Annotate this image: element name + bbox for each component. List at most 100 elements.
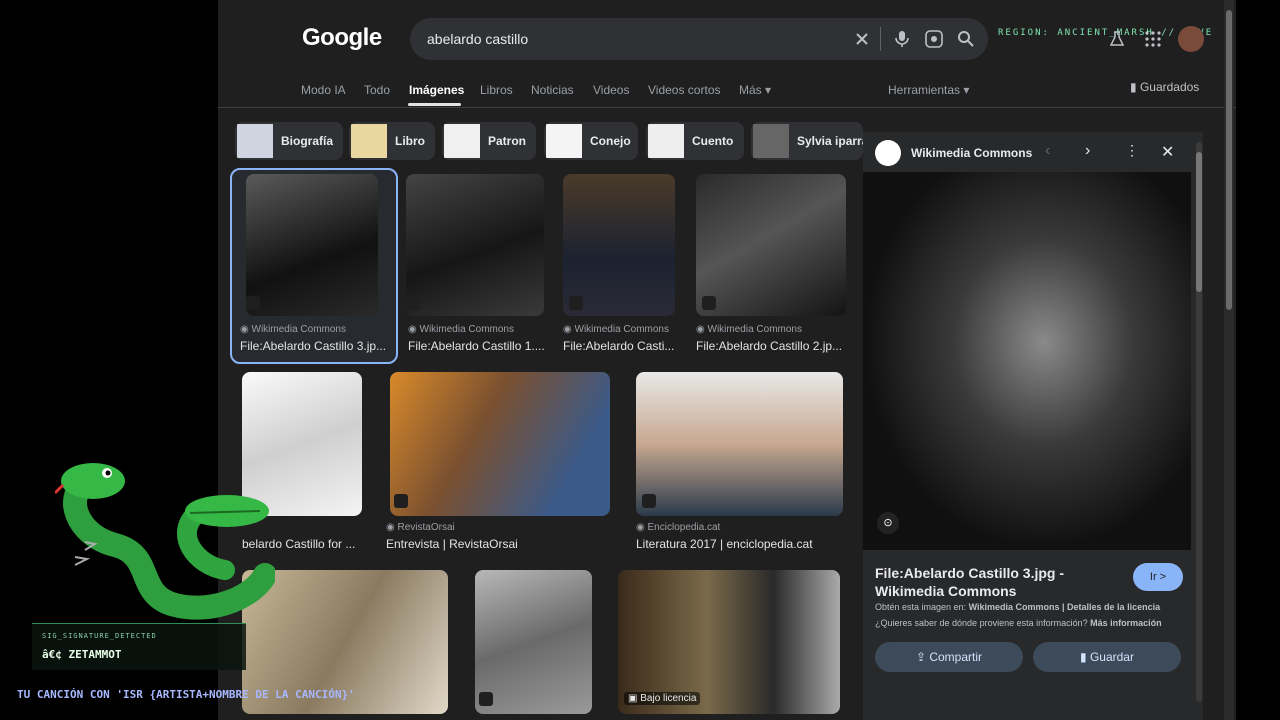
tools-button[interactable]: Herramientas ▾ <box>888 83 969 97</box>
source-favicon: ◉ <box>636 522 648 533</box>
image-type-icon <box>702 296 716 310</box>
overlay-username: â€¢ ZETAMMOT <box>42 648 122 661</box>
result-caption[interactable]: Entrevista | RevistaOrsai <box>386 537 606 551</box>
share-icon: ⇪ <box>915 650 930 664</box>
result-source[interactable]: ◉ Enciclopedia.cat <box>636 522 720 533</box>
chip-patron[interactable]: Patron <box>442 122 536 160</box>
prev-arrow-icon[interactable]: ‹ <box>1045 142 1050 160</box>
chevron-down-icon: ▾ <box>761 83 772 97</box>
wikimedia-icon: ◉ <box>240 324 252 335</box>
next-arrow-icon[interactable]: › <box>1085 142 1090 160</box>
search-icon[interactable] <box>956 29 976 49</box>
license-links[interactable]: Wikimedia Commons | Detalles de la licen… <box>969 602 1161 612</box>
license-badge[interactable]: ▣ Bajo licencia <box>624 692 701 705</box>
preview-image[interactable]: ⊙ <box>863 172 1191 550</box>
tab-videos-cortos[interactable]: Videos cortos <box>648 83 721 97</box>
result-caption[interactable]: File:Abelardo Castillo 2.jp... <box>696 339 846 353</box>
image-type-icon <box>406 296 420 310</box>
result-source[interactable]: ◉ RevistaOrsai <box>386 522 455 533</box>
result-thumbnail[interactable] <box>696 174 846 316</box>
result-thumbnail[interactable] <box>246 174 378 316</box>
tab-libros[interactable]: Libros <box>480 83 513 97</box>
clear-icon[interactable] <box>852 29 872 49</box>
browser-window: Google abelardo castillo REGION: ANCIENT… <box>218 0 1236 720</box>
page-scrollbar[interactable] <box>1224 0 1234 720</box>
panel-source[interactable]: Wikimedia Commons <box>911 146 1032 160</box>
chip-label: Biografía <box>281 134 334 148</box>
result-source[interactable]: ◉ Wikimedia Commons <box>696 324 802 335</box>
image-type-icon <box>479 692 493 706</box>
result-thumbnail[interactable] <box>636 372 843 516</box>
microphone-icon[interactable] <box>892 29 912 49</box>
chip-label: Cuento <box>692 134 734 148</box>
info-question: ¿Quieres saber de dónde proviene esta in… <box>875 618 1162 628</box>
chevron-down-icon: ▾ <box>960 83 970 97</box>
bookmark-icon: ▮ <box>1130 80 1140 94</box>
signature-label: SIG_SIGNATURE_DETECTED <box>42 632 157 640</box>
chip-thumbnail <box>237 124 273 158</box>
tab-imagenes[interactable]: Imágenes <box>409 83 464 97</box>
chip-label: Patron <box>488 134 527 148</box>
result-thumbnail[interactable] <box>563 174 675 316</box>
result-source-label: Wikimedia Commons <box>419 324 514 335</box>
tab-mas[interactable]: Más ▾ <box>739 83 771 97</box>
bookmark-icon: ▮ <box>1080 650 1090 664</box>
apps-grid-icon[interactable] <box>1144 30 1162 48</box>
chip-cuento[interactable]: Cuento <box>646 122 744 160</box>
share-button[interactable]: ⇪ Compartir <box>875 642 1023 672</box>
labs-icon[interactable] <box>1108 30 1126 48</box>
tab-todo[interactable]: Todo <box>364 83 390 97</box>
info-prefix: Obtén esta imagen en: <box>875 602 967 612</box>
tab-modo-ia[interactable]: Modo IA <box>301 83 346 97</box>
account-avatar[interactable] <box>1178 26 1204 52</box>
panel-scroll-thumb[interactable] <box>1196 152 1202 292</box>
share-label: Compartir <box>929 650 983 664</box>
panel-scrollbar[interactable] <box>1196 142 1202 702</box>
chip-biografia[interactable]: Biografía <box>235 122 343 160</box>
result-source[interactable]: ◉ Wikimedia Commons <box>240 324 346 335</box>
result-thumbnail[interactable] <box>475 570 592 714</box>
lens-icon[interactable] <box>924 29 944 49</box>
image-type-icon: ▣ <box>628 693 641 704</box>
more-info-link[interactable]: Más información <box>1090 618 1162 628</box>
chip-thumbnail <box>546 124 582 158</box>
result-thumbnail[interactable] <box>406 174 544 316</box>
page-scroll-thumb[interactable] <box>1226 10 1232 310</box>
tab-noticias[interactable]: Noticias <box>531 83 574 97</box>
result-caption[interactable]: File:Abelardo Casti... <box>563 339 675 353</box>
result-caption[interactable]: File:Abelardo Castillo 3.jp... <box>240 339 390 353</box>
result-source[interactable]: ◉ Wikimedia Commons <box>408 324 514 335</box>
image-type-icon <box>642 494 656 508</box>
chip-libro[interactable]: Libro <box>349 122 435 160</box>
search-divider <box>880 27 881 51</box>
lens-search-icon[interactable]: ⊙ <box>877 512 899 534</box>
result-caption[interactable]: Literatura 2017 | enciclopedia.cat <box>636 537 843 551</box>
wikimedia-icon: ◉ <box>696 324 708 335</box>
go-button[interactable]: Ir > <box>1133 563 1183 591</box>
chip-thumbnail <box>648 124 684 158</box>
chip-label: Conejo <box>590 134 631 148</box>
image-type-icon <box>246 296 260 310</box>
save-button[interactable]: ▮ Guardar <box>1033 642 1181 672</box>
chip-conejo[interactable]: Conejo <box>544 122 638 160</box>
image-source-info: Obtén esta imagen en: Wikimedia Commons … <box>875 602 1160 612</box>
image-preview-panel: Wikimedia Commons ‹ › ⋮ ✕ ⊙ File:Abelard… <box>863 132 1203 720</box>
chip-thumbnail <box>444 124 480 158</box>
source-favicon: ◉ <box>386 522 398 533</box>
image-type-icon <box>394 494 408 508</box>
more-options-icon[interactable]: ⋮ <box>1125 142 1139 159</box>
chip-sylvia-iparra[interactable]: Sylvia iparra <box>751 122 863 160</box>
close-icon[interactable]: ✕ <box>1161 142 1174 162</box>
result-source-label: Wikimedia Commons <box>251 324 346 335</box>
result-source[interactable]: ◉ Wikimedia Commons <box>563 324 669 335</box>
result-caption[interactable]: File:Abelardo Castillo 1.... <box>408 339 548 353</box>
google-logo[interactable]: Google <box>302 24 382 52</box>
tab-videos[interactable]: Videos <box>593 83 629 97</box>
search-input[interactable]: abelardo castillo <box>427 31 528 47</box>
chip-label: Sylvia iparra <box>797 134 863 148</box>
result-source-label: Wikimedia Commons <box>574 324 669 335</box>
search-bar[interactable]: abelardo castillo <box>410 18 988 60</box>
result-thumbnail[interactable] <box>390 372 610 516</box>
saved-button[interactable]: ▮ Guardados <box>1130 80 1199 94</box>
preview-title[interactable]: File:Abelardo Castillo 3.jpg - Wikimedia… <box>875 564 1125 600</box>
